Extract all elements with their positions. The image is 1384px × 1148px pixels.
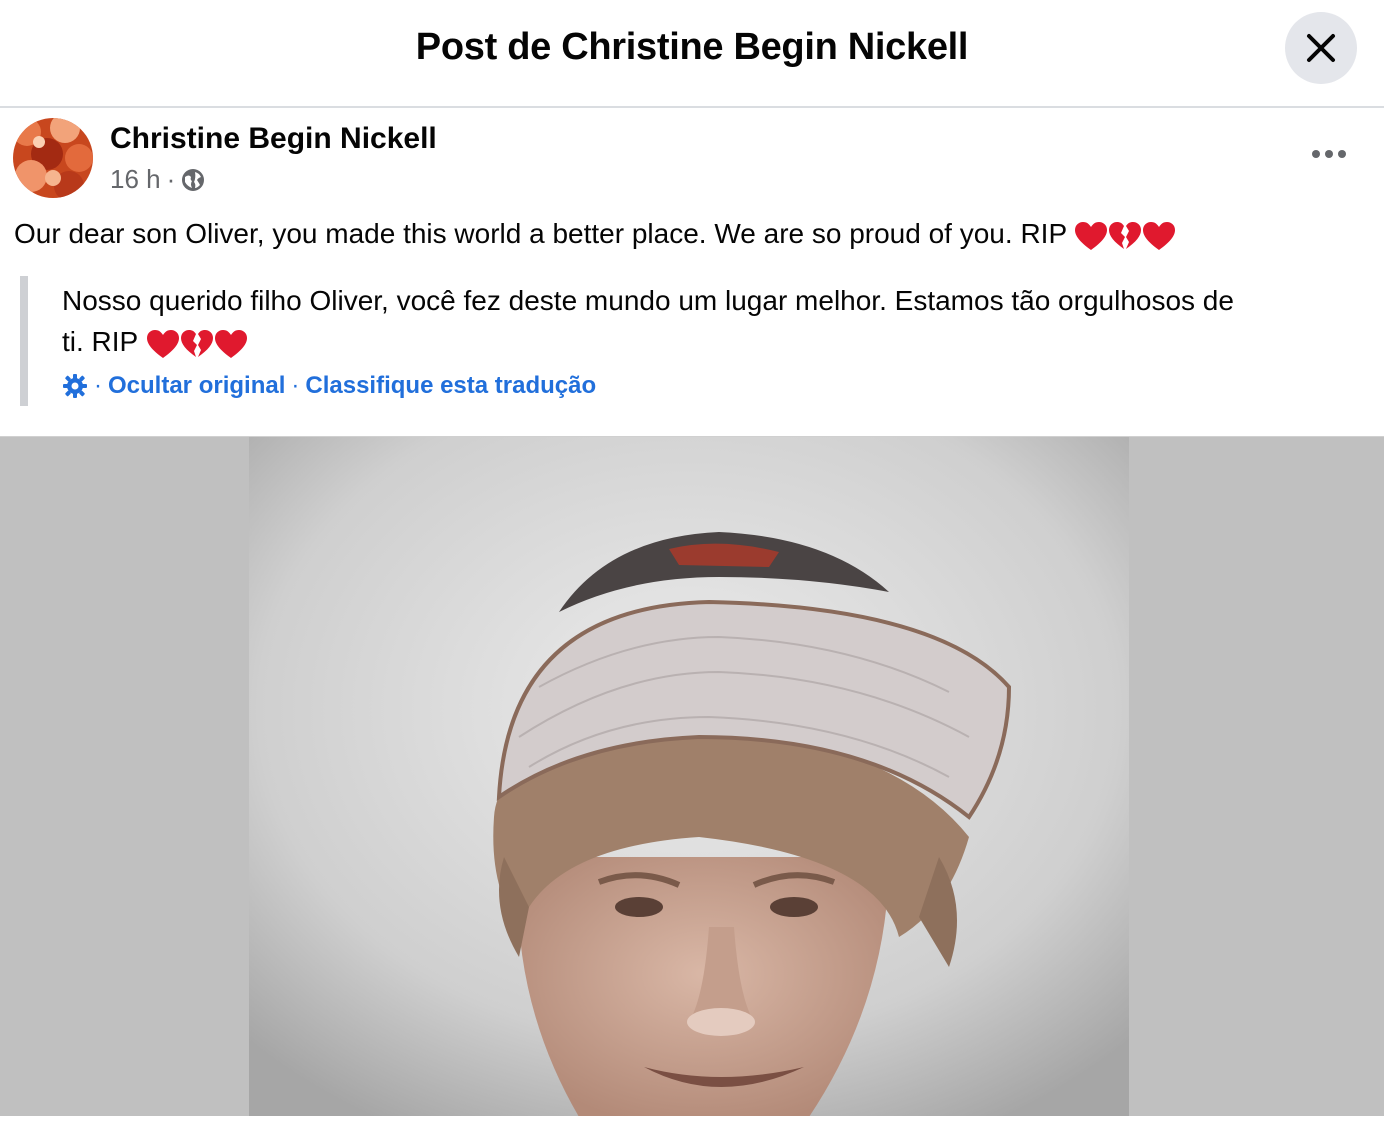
emoji-group: [1074, 221, 1176, 251]
link-separator: ·: [291, 372, 300, 399]
post-time[interactable]: 16 h: [110, 164, 161, 195]
translation-block: Nosso querido filho Oliver, você fez des…: [20, 276, 1370, 406]
post-text: Our dear son Oliver, you made this world…: [14, 218, 1176, 251]
close-icon: [1307, 34, 1335, 62]
broken-heart-icon: [1109, 221, 1142, 249]
hide-original-link[interactable]: Ocultar original: [108, 372, 285, 400]
author-name[interactable]: Christine Begin Nickell: [110, 122, 437, 156]
more-horizontal-icon: [1312, 150, 1346, 158]
link-separator: ·: [94, 372, 102, 399]
globe-icon: [182, 168, 205, 191]
meta-separator: ·: [166, 164, 176, 194]
post-photo[interactable]: [249, 437, 1129, 1117]
avatar[interactable]: [13, 118, 93, 198]
emoji-group: [146, 329, 248, 359]
red-heart-icon: [146, 329, 179, 358]
broken-heart-icon: [180, 329, 213, 357]
post-meta: 16 h ·: [110, 164, 205, 195]
translation-line-2-text: ti. RIP: [62, 326, 138, 357]
red-heart-icon: [1075, 221, 1108, 250]
post-photo-container[interactable]: [0, 436, 1384, 1117]
post-message: Our dear son Oliver, you made this world…: [14, 218, 1067, 249]
dialog-header: Post de Christine Begin Nickell: [0, 0, 1384, 108]
red-heart-icon: [1143, 221, 1176, 250]
translation-links: · Ocultar original · Classifique esta tr…: [62, 372, 596, 400]
post-header: Christine Begin Nickell 16 h ·: [0, 110, 1384, 206]
red-heart-icon: [214, 329, 247, 358]
translation-line-1: Nosso querido filho Oliver, você fez des…: [62, 285, 1234, 316]
close-button[interactable]: [1285, 12, 1357, 84]
translation-line-2: ti. RIP: [62, 321, 1372, 362]
bottom-strip: [0, 1116, 1384, 1148]
translated-text: Nosso querido filho Oliver, você fez des…: [62, 280, 1372, 362]
rate-translation-link[interactable]: Classifique esta tradução: [305, 372, 596, 400]
gear-icon[interactable]: [62, 373, 88, 399]
dialog-title: Post de Christine Begin Nickell: [415, 26, 969, 68]
more-options-button[interactable]: [1300, 136, 1358, 172]
